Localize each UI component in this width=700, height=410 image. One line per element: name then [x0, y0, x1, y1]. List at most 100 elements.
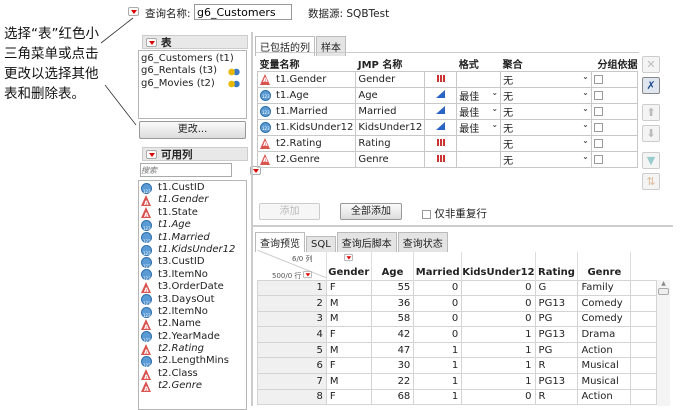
query-name-input[interactable] [194, 4, 292, 20]
available-column-item[interactable]: t1.KidsUnder12 [139, 244, 246, 261]
aggregation-select[interactable]: 无 ⌄ [500, 135, 592, 152]
available-column-item[interactable]: t1.Gender [139, 194, 246, 210]
preview-cell: M [325, 295, 372, 312]
preview-column-header[interactable]: Genre [577, 252, 631, 280]
character-column-icon [260, 154, 271, 165]
remove-icon[interactable]: ✕ [642, 56, 660, 73]
group-by-checkbox[interactable] [593, 122, 603, 132]
group-by-checkbox[interactable] [593, 154, 603, 164]
move-up-icon[interactable]: ⬆ [642, 104, 660, 121]
aggregation-select[interactable]: 无 ⌄ [500, 87, 592, 104]
preview-tab[interactable]: 查询状态 [397, 232, 448, 252]
preview-cell: 1 [413, 341, 463, 359]
numeric-column-icon [141, 182, 152, 199]
preview-tab[interactable]: 查询后脚本 [336, 232, 397, 252]
nominal-modeling-icon[interactable] [436, 155, 445, 162]
preview-cell: Family [577, 279, 632, 297]
included-row[interactable]: t1.KidsUnder12KidsUnder12最佳⌄无⌄ [256, 119, 639, 136]
nominal-modeling-icon[interactable] [436, 139, 445, 146]
table-item[interactable]: g6_Movies (t2) [139, 78, 246, 90]
add-button[interactable]: 添加 [259, 203, 320, 220]
distinct-rows-checkbox[interactable] [422, 209, 431, 219]
aggregation-select[interactable]: 无 ⌄ [500, 119, 592, 136]
included-row[interactable]: t2.GenreGenre无⌄ [256, 151, 639, 168]
available-column-item[interactable]: t2.LengthMins [139, 355, 246, 372]
available-column-item[interactable]: t1.State [139, 207, 246, 223]
splitter[interactable] [251, 32, 253, 406]
continuous-modeling-icon[interactable] [436, 90, 446, 98]
preview-tab[interactable]: 查询预览 [255, 232, 305, 252]
format-select[interactable]: 最佳 ⌄ [456, 87, 502, 104]
preview-cell: 1 [413, 357, 463, 375]
continuous-modeling-icon[interactable] [436, 106, 446, 114]
jmp-name-field[interactable]: Rating [355, 135, 426, 152]
remove-all-icon[interactable]: ✗ [642, 77, 660, 94]
available-column-item[interactable]: t3.DaysOut [139, 294, 246, 310]
preview-cell: 0 [413, 326, 463, 343]
sort-icon[interactable]: ⇅ [642, 173, 660, 190]
available-column-item[interactable]: t1.Married [139, 232, 246, 248]
format-select[interactable]: 最佳 ⌄ [456, 119, 502, 136]
available-column-item[interactable]: t2.Rating [139, 343, 246, 359]
preview-cell: 1 [461, 341, 536, 359]
preview-cell: 1 [413, 388, 463, 406]
preview-scrollbar[interactable]: ▲ [657, 280, 670, 406]
group-by-checkbox[interactable] [593, 90, 603, 100]
format-select [456, 135, 502, 152]
filter-icon[interactable]: ▼ [642, 152, 660, 169]
preview-column-header[interactable]: Age [370, 252, 414, 280]
preview-column-header[interactable]: Married [413, 252, 462, 280]
group-by-checkbox[interactable] [593, 106, 603, 116]
jmp-name-field[interactable]: KidsUnder12 [355, 119, 426, 136]
preview-cell: 0 [413, 310, 463, 328]
preview-cell: 0 [413, 279, 463, 297]
query-preview-table: Gender Age Married KidsUnder12 Rating Genre 1 F… [257, 252, 657, 406]
included-row[interactable]: t1.GenderGender无⌄ [256, 71, 639, 88]
callout-lines [100, 17, 137, 126]
character-column-icon [141, 368, 152, 384]
column-search-input[interactable] [140, 163, 232, 177]
available-column-item[interactable]: t3.CustID [139, 256, 246, 273]
group-by-checkbox[interactable] [593, 138, 603, 148]
scrollbar-thumb[interactable] [658, 288, 669, 295]
continuous-modeling-icon[interactable] [436, 122, 446, 130]
available-column-item[interactable]: t2.Class [139, 368, 246, 384]
preview-cell: 30 [370, 357, 415, 375]
aggregation-select[interactable]: 无 ⌄ [500, 151, 592, 168]
included-row[interactable]: t2.RatingRating无⌄ [256, 135, 639, 152]
available-column-item[interactable]: t2.Genre [139, 380, 246, 396]
preview-column-header[interactable]: KidsUnder12 [461, 252, 536, 280]
preview-cell: 55 [370, 279, 415, 297]
jmp-name-field[interactable]: Genre [355, 151, 426, 168]
included-row[interactable]: t1.AgeAge最佳⌄无⌄ [256, 87, 639, 104]
jmp-name-field[interactable]: Married [355, 103, 426, 120]
aggregation-select[interactable]: 无 ⌄ [500, 103, 592, 120]
jmp-name-field[interactable]: Gender [355, 71, 426, 88]
jmp-name-field[interactable]: Age [355, 87, 426, 104]
add-all-button[interactable]: 全部添加 [340, 203, 402, 220]
group-by-checkbox[interactable] [593, 74, 603, 84]
nominal-modeling-icon[interactable] [436, 75, 445, 82]
table-item[interactable]: g6_Customers (t1) [139, 53, 246, 65]
table-item[interactable]: g6_Rentals (t3) [139, 65, 246, 77]
preview-column-header[interactable]: Gender [325, 252, 372, 280]
available-column-item[interactable]: t1.Age [139, 219, 246, 236]
move-down-icon[interactable]: ⬇ [642, 125, 660, 142]
available-column-item[interactable]: t2.ItemNo [139, 306, 246, 322]
change-button[interactable]: 更改... [139, 121, 246, 139]
available-column-item[interactable]: t3.OrderDate [139, 281, 246, 297]
available-menu-button[interactable] [146, 149, 157, 159]
available-column-item[interactable]: t1.CustID [139, 182, 246, 199]
query-name-label: 查询名称: [145, 8, 191, 20]
format-select[interactable]: 最佳 ⌄ [456, 103, 502, 120]
included-row[interactable]: t1.MarriedMarried最佳⌄无⌄ [256, 103, 639, 120]
tables-menu-button[interactable] [146, 37, 157, 47]
available-column-item[interactable]: t2.YearMade [139, 331, 246, 347]
distinct-rows-option[interactable]: 仅非重复行 [422, 206, 487, 221]
available-column-item[interactable]: t2.Name [139, 318, 246, 334]
available-column-item[interactable]: t3.ItemNo [139, 269, 246, 285]
preview-column-header[interactable]: Rating [534, 252, 578, 280]
aggregation-select[interactable]: 无 ⌄ [500, 71, 592, 88]
included-header [425, 56, 457, 72]
preview-cell: M [325, 310, 372, 328]
